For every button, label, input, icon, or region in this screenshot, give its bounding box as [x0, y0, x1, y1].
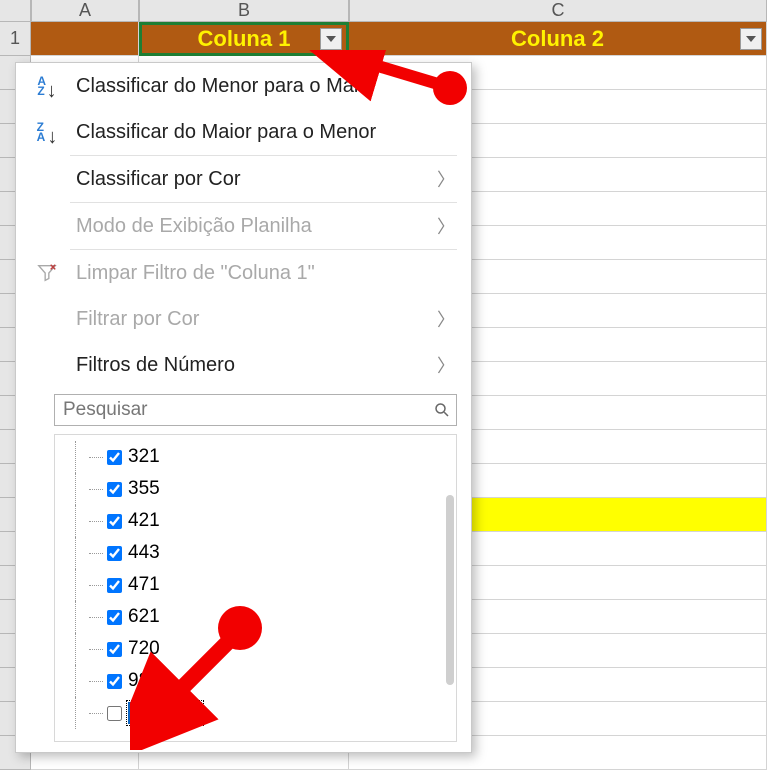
filter-value-label: 9876: [128, 670, 170, 692]
filter-value-label: 471: [128, 574, 160, 596]
filter-value-label: 720: [128, 638, 160, 660]
filter-search-input[interactable]: [55, 399, 428, 421]
filter-value-checkbox[interactable]: [107, 578, 122, 593]
filter-value-label: 443: [128, 542, 160, 564]
chevron-right-icon: 〉: [437, 306, 455, 332]
filter-value-label: 321: [128, 446, 160, 468]
filter-value-item[interactable]: 471: [69, 569, 434, 601]
filter-value-checkbox[interactable]: [107, 642, 122, 657]
filter-by-color-label: Filtrar por Cor: [76, 308, 423, 331]
number-filters-label: Filtros de Número: [76, 354, 423, 377]
chevron-right-icon: 〉: [437, 213, 455, 239]
sort-descending-label: Classificar do Maior para o Menor: [76, 121, 455, 144]
col-header-B[interactable]: B: [139, 0, 349, 22]
autofilter-dropdown: AZ↓ Classificar do Menor para o Maior ZA…: [15, 62, 472, 753]
filter-value-checkbox[interactable]: [107, 546, 122, 561]
clear-filter-label: Limpar Filtro de "Coluna 1": [76, 262, 455, 285]
filter-value-item[interactable]: 720: [69, 633, 434, 665]
search-icon: [428, 401, 456, 419]
filter-value-label: 421: [128, 510, 160, 532]
filter-value-item[interactable]: 9876: [69, 665, 434, 697]
col-header-C[interactable]: C: [349, 0, 767, 22]
sort-descending[interactable]: ZA↓ Classificar do Maior para o Menor: [16, 109, 471, 155]
filter-value-checkbox[interactable]: [107, 610, 122, 625]
row-header-1[interactable]: 1: [0, 22, 31, 56]
filter-value-item[interactable]: 621: [69, 601, 434, 633]
header-coluna1-label: Coluna 1: [198, 26, 291, 52]
chevron-right-icon: 〉: [437, 352, 455, 378]
sheet-view-mode: Modo de Exibição Planilha 〉: [16, 203, 471, 249]
clear-filter-icon: [36, 262, 58, 284]
sort-by-color-label: Classificar por Cor: [76, 168, 423, 191]
select-all-corner[interactable]: [0, 0, 31, 22]
filter-value-label: 355: [128, 478, 160, 500]
sort-by-color[interactable]: Classificar por Cor 〉: [16, 156, 471, 202]
filter-value-label: 621: [128, 606, 160, 628]
filter-list-scrollbar[interactable]: [446, 495, 454, 685]
filter-value-checkbox[interactable]: [107, 514, 122, 529]
sort-desc-icon: ZA↓: [37, 122, 58, 142]
filter-blanks-label: (Vazias): [128, 702, 202, 724]
chevron-right-icon: 〉: [437, 166, 455, 192]
cell-A1[interactable]: [31, 22, 139, 56]
chevron-down-icon: [746, 36, 756, 42]
filter-value-item[interactable]: 443: [69, 537, 434, 569]
filter-value-item[interactable]: 321: [69, 441, 434, 473]
number-filters[interactable]: Filtros de Número 〉: [16, 342, 471, 388]
filter-value-item[interactable]: 355: [69, 473, 434, 505]
chevron-down-icon: [326, 36, 336, 42]
filter-value-item[interactable]: 421: [69, 505, 434, 537]
cell-B1-header-coluna1[interactable]: Coluna 1: [139, 22, 349, 56]
cell-C1-header-coluna2[interactable]: Coluna 2: [349, 22, 767, 56]
filter-value-checkbox[interactable]: [107, 706, 122, 721]
sort-ascending-label: Classificar do Menor para o Maior: [76, 75, 455, 98]
filter-value-checkbox[interactable]: [107, 482, 122, 497]
filter-value-blanks[interactable]: (Vazias): [69, 697, 434, 729]
header-coluna2-label: Coluna 2: [511, 26, 604, 52]
col-header-A[interactable]: A: [31, 0, 139, 22]
filter-value-checkbox[interactable]: [107, 674, 122, 689]
clear-filter: Limpar Filtro de "Coluna 1": [16, 250, 471, 296]
sheet-view-mode-label: Modo de Exibição Planilha: [76, 215, 423, 238]
filter-button-coluna1[interactable]: [320, 28, 342, 50]
filter-by-color: Filtrar por Cor 〉: [16, 296, 471, 342]
sort-asc-icon: AZ↓: [37, 76, 56, 96]
filter-value-checkbox[interactable]: [107, 450, 122, 465]
filter-search-box[interactable]: [54, 394, 457, 426]
sort-ascending[interactable]: AZ↓ Classificar do Menor para o Maior: [16, 63, 471, 109]
filter-button-coluna2[interactable]: [740, 28, 762, 50]
